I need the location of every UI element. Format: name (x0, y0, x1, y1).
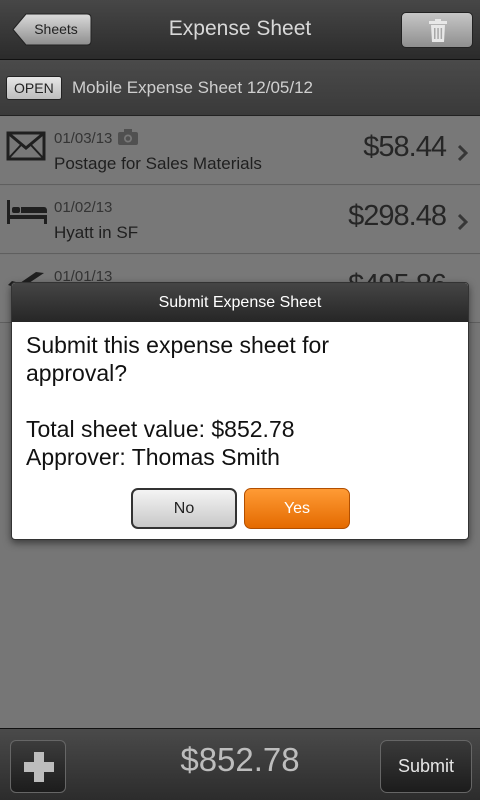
dialog-approver: Approver: Thomas Smith (26, 444, 280, 470)
dialog-message-line: approval? (26, 360, 128, 386)
dialog-title: Submit Expense Sheet (12, 283, 468, 322)
submit-button[interactable]: Submit (380, 740, 472, 793)
dialog-message-line: Submit this expense sheet for (26, 332, 329, 358)
top-bar: Sheets Expense Sheet (0, 0, 480, 60)
submit-dialog: Submit Expense Sheet Submit this expense… (11, 282, 469, 540)
no-button[interactable]: No (131, 488, 237, 529)
delete-sheet-button[interactable] (401, 12, 473, 48)
bottom-bar: $852.78 Submit (0, 728, 480, 800)
yes-button[interactable]: Yes (244, 488, 350, 529)
trash-icon (429, 19, 447, 42)
dialog-message: Submit this expense sheet for approval? … (26, 331, 329, 471)
status-badge: OPEN (6, 76, 62, 100)
sheet-name: Mobile Expense Sheet 12/05/12 (72, 78, 314, 97)
sheet-header: OPEN Mobile Expense Sheet 12/05/12 (0, 60, 480, 116)
dialog-total: Total sheet value: $852.78 (26, 416, 295, 442)
